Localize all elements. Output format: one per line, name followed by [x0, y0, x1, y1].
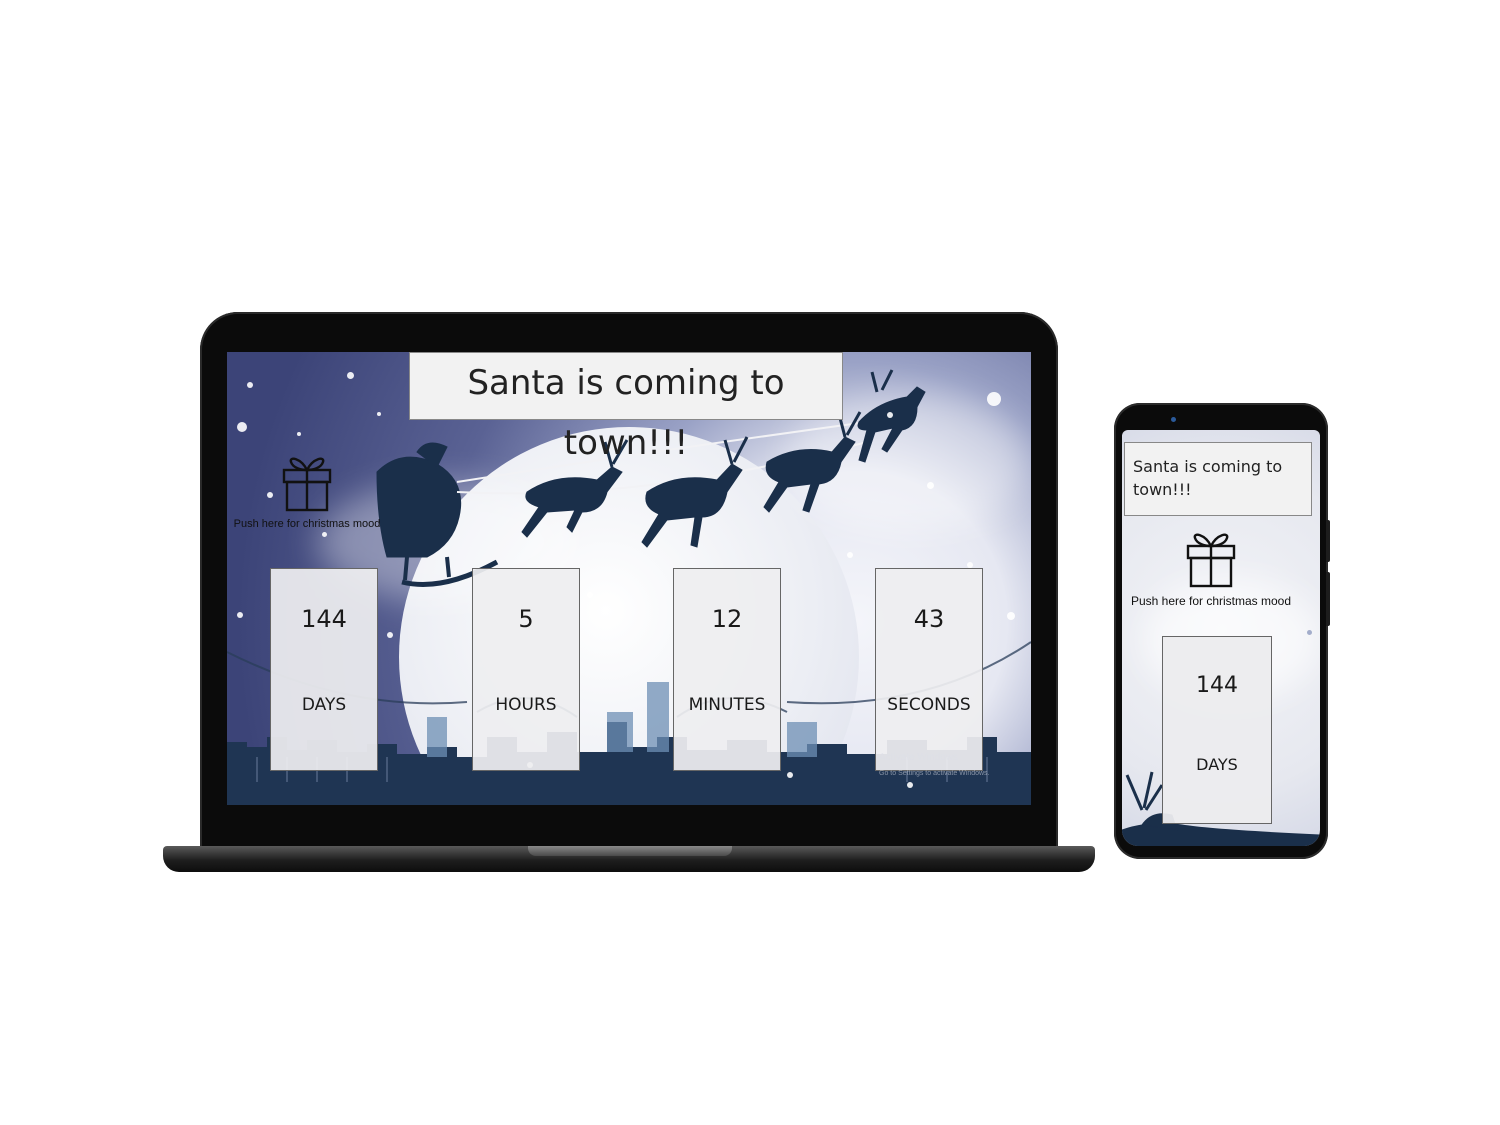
snowflake [377, 412, 381, 416]
phone-screen: Santa is coming to town!!! Push here for… [1122, 430, 1320, 846]
phone-volume-button [1326, 572, 1330, 626]
countdown-card-seconds: 43 SECONDS [875, 568, 983, 771]
gift-label-mobile: Push here for christmas mood [1130, 594, 1292, 608]
christmas-mood-button[interactable]: Push here for christmas mood [227, 448, 387, 530]
snowflake [847, 552, 853, 558]
snowflake [887, 412, 893, 418]
activation-watermark-title: Activate Windows [879, 752, 958, 763]
seconds-label: SECONDS [887, 695, 971, 715]
countdown-card-minutes: 12 MINUTES [673, 568, 781, 771]
snowflake [237, 612, 243, 618]
laptop-notch [528, 846, 732, 856]
page-title: Santa is coming to town!!! [409, 352, 843, 463]
snowflake [1007, 612, 1015, 620]
countdown-card-hours: 5 HOURS [472, 568, 580, 771]
snowflake [247, 382, 253, 388]
snowflake [237, 422, 247, 432]
snowflake [347, 372, 354, 379]
christmas-mood-button-mobile[interactable]: Push here for christmas mood [1122, 526, 1300, 608]
countdown-card-days: 144 DAYS [270, 568, 378, 771]
page-title-mobile: Santa is coming to town!!! [1124, 442, 1312, 516]
activation-watermark-subtitle: Go to Settings to activate Windows. [879, 770, 990, 777]
hours-value: 5 [518, 605, 534, 633]
countdown-card-days-mobile: 144 DAYS [1162, 636, 1272, 824]
days-label: DAYS [301, 695, 347, 715]
days-label-mobile: DAYS [1196, 755, 1238, 774]
days-value: 144 [301, 605, 347, 633]
laptop-screen: Santa is coming to town!!! Push here for… [227, 352, 1031, 805]
days-value-mobile: 144 [1196, 673, 1238, 698]
snowflake [322, 532, 327, 537]
snowflake [387, 632, 393, 638]
phone-power-button [1326, 520, 1330, 562]
snowflake [927, 482, 934, 489]
gift-icon [1186, 533, 1236, 588]
snowflake [987, 392, 1001, 406]
minutes-label: MINUTES [688, 695, 766, 715]
gift-icon [282, 457, 332, 512]
snowflake [587, 592, 593, 598]
seconds-value: 43 [913, 605, 945, 633]
snowflake [297, 432, 301, 436]
minutes-value: 12 [711, 605, 743, 633]
hours-label: HOURS [495, 695, 557, 715]
phone-camera [1171, 417, 1176, 422]
snowflake [907, 782, 913, 788]
gift-label: Push here for christmas mood [233, 518, 381, 530]
snowflake [787, 772, 793, 778]
